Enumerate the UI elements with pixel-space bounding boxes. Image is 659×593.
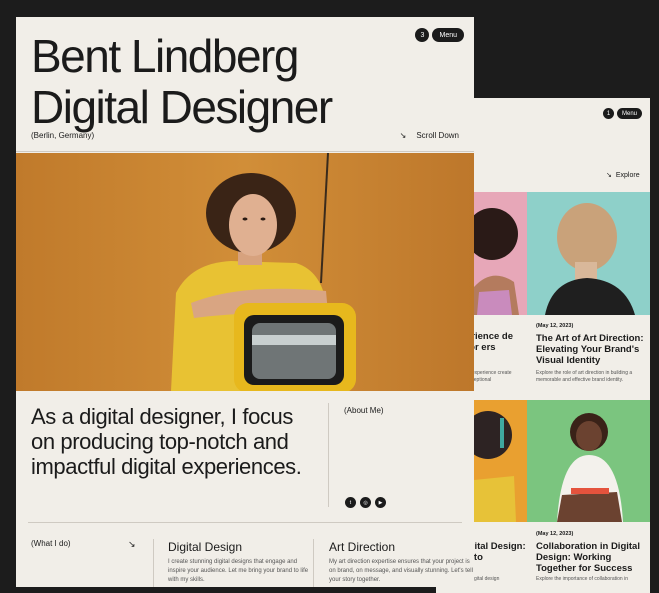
intro-statement: As a digital designer, I focus on produc… bbox=[31, 404, 302, 479]
location-label: (Berlin, Germany) bbox=[31, 131, 95, 140]
card-text-3: d digital design bbox=[466, 576, 500, 582]
card-text-2: Explore the role of art direction in bui… bbox=[536, 370, 633, 383]
card-title-4[interactable]: Collaboration in Digital Design: Working… bbox=[536, 541, 650, 574]
scroll-down-link[interactable]: ↘ Scroll Down bbox=[400, 131, 459, 140]
arrow-down-right-icon: ↘ bbox=[606, 172, 612, 179]
blog-image-3[interactable] bbox=[474, 400, 527, 522]
menu-count-badge: 3 bbox=[415, 28, 430, 42]
service-text-art-direction: My art direction expertise ensures that … bbox=[329, 559, 473, 583]
service-text-digital-design: I create stunning digital designs that e… bbox=[168, 559, 309, 583]
blog-image-2[interactable] bbox=[527, 192, 650, 315]
service-title-art-direction: Art Direction bbox=[329, 540, 396, 554]
twitter-icon[interactable]: t bbox=[345, 497, 356, 508]
page-title: Bent Lindberg Digital Designer bbox=[31, 30, 333, 133]
title-line-1: Bent Lindberg bbox=[31, 30, 299, 82]
card-title-1[interactable]: erience de for ers bbox=[466, 331, 526, 353]
vertical-divider bbox=[328, 403, 329, 507]
blog-image-1[interactable] bbox=[474, 192, 527, 315]
back-menu-count: 1 bbox=[602, 108, 614, 119]
scroll-down-label: Scroll Down bbox=[416, 131, 459, 140]
front-page-preview: Bent Lindberg Digital Designer 3 Menu (B… bbox=[16, 17, 474, 587]
blog-image-4[interactable] bbox=[527, 400, 650, 522]
arrow-down-right-icon: ↘ bbox=[128, 539, 136, 549]
back-menu[interactable]: 1 Menu bbox=[602, 108, 642, 119]
arrow-down-right-icon: ↘ bbox=[399, 131, 407, 140]
vertical-divider bbox=[313, 539, 314, 587]
front-menu[interactable]: 3 Menu bbox=[415, 28, 464, 42]
explore-link[interactable]: ↘ Explore bbox=[606, 171, 640, 180]
back-menu-button[interactable]: Menu bbox=[616, 108, 642, 119]
card-title-3[interactable]: igital Design: s to bbox=[466, 541, 526, 563]
card-title-2[interactable]: The Art of Art Direction: Elevating Your… bbox=[536, 333, 650, 366]
card-text-1: ur experience create exceptional bbox=[466, 370, 512, 383]
card-date-4: (May 12, 2023) bbox=[536, 531, 574, 537]
youtube-icon[interactable]: ▶ bbox=[375, 497, 386, 508]
about-me-label: (About Me) bbox=[344, 406, 384, 415]
section-divider bbox=[28, 522, 462, 523]
card-text-4: Explore the importance of collaboration … bbox=[536, 576, 628, 582]
what-i-do-label: (What I do) bbox=[31, 539, 71, 548]
menu-button[interactable]: Menu bbox=[432, 28, 464, 42]
card-date-2: (May 12, 2023) bbox=[536, 323, 574, 329]
vertical-divider bbox=[153, 539, 154, 587]
hero-photo bbox=[16, 153, 474, 391]
service-title-digital-design: Digital Design bbox=[168, 540, 243, 554]
explore-label: Explore bbox=[615, 171, 640, 179]
instagram-icon[interactable]: ◎ bbox=[360, 497, 371, 508]
title-line-2: Digital Designer bbox=[31, 81, 333, 133]
social-links: t ◎ ▶ bbox=[345, 497, 386, 508]
divider bbox=[16, 151, 474, 152]
